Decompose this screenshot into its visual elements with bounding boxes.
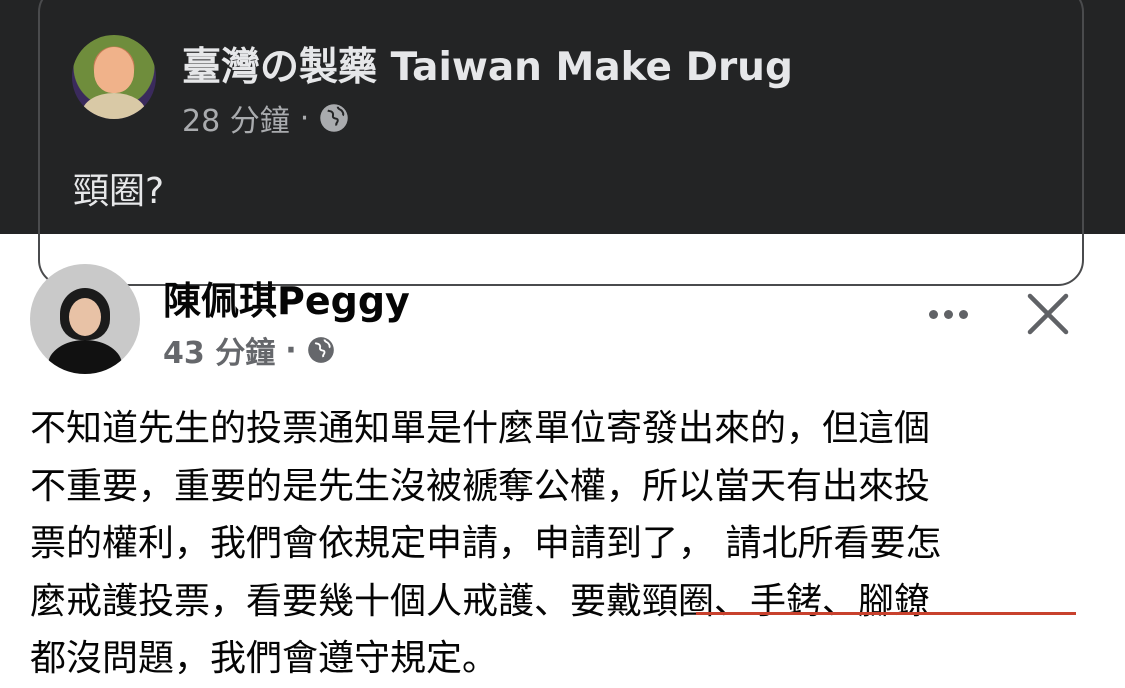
meta-separator: · <box>285 332 297 368</box>
author-name[interactable]: 陳佩琪Peggy <box>163 270 410 325</box>
more-dot <box>928 309 938 319</box>
post-line: 都沒問題，我們會遵守規定。 <box>30 638 499 679</box>
highlight-underline <box>696 612 1076 615</box>
close-icon[interactable] <box>1022 288 1074 340</box>
more-dot <box>958 309 968 319</box>
more-dot <box>943 309 953 319</box>
shared-post-meta: 28 分鐘 · <box>182 96 349 140</box>
shared-author-name[interactable]: 臺灣の製藥 Taiwan Make Drug <box>182 36 793 92</box>
post-line: 票的權利，我們會依規定申請，申請到了， 請北所看要怎 <box>30 523 942 564</box>
post-line: 不知道先生的投票通知單是什麼單位寄發出來的，但這個 <box>30 408 931 449</box>
globe-icon <box>320 104 349 132</box>
shared-post-text: 頸圈? <box>73 171 165 212</box>
shared-author-avatar[interactable] <box>72 35 156 119</box>
post-line: 不重要，重要的是先生沒被褫奪公權，所以當天有出來投 <box>30 465 931 507</box>
more-options-button[interactable] <box>918 294 978 334</box>
post-meta: 43 分鐘 · <box>163 328 335 372</box>
globe-icon <box>307 337 334 363</box>
shared-post-time[interactable]: 28 分鐘 <box>182 96 290 140</box>
post-time[interactable]: 43 分鐘 <box>163 328 275 372</box>
post-line: 麼戒護投票，看要幾十個人戒護、要戴頸圈、手銬、腳鐐 <box>30 580 931 622</box>
author-avatar[interactable] <box>30 264 140 374</box>
meta-separator: · <box>299 100 310 136</box>
post-body: 不知道先生的投票通知單是什麼單位寄發出來的，但這個 不重要，重要的是先生沒被褫奪… <box>30 400 1100 688</box>
